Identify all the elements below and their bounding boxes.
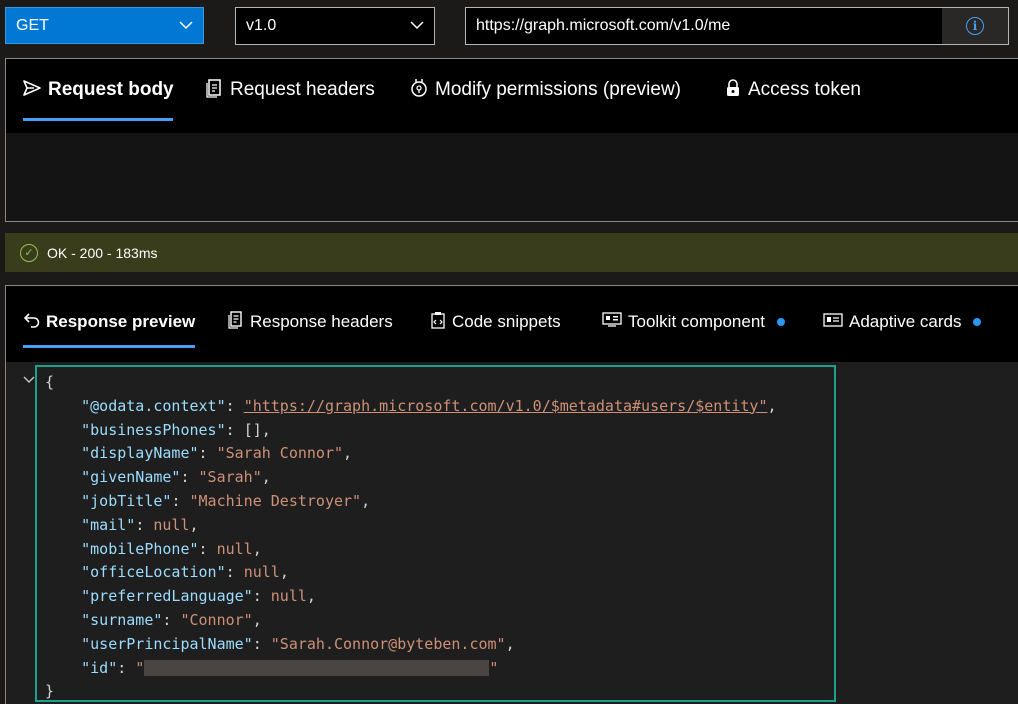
json-comma: , [361, 491, 371, 510]
json-comma: , [252, 610, 262, 629]
json-code: { "@odata.context": "https://graph.micro… [45, 373, 777, 701]
info-button[interactable]: i [942, 8, 1008, 44]
query-url-value: https://graph.microsoft.com/v1.0/me [476, 17, 731, 34]
json-value: null [216, 539, 253, 558]
fold-chevron-icon[interactable] [23, 372, 35, 388]
json-key: "id" [81, 658, 118, 677]
close-brace: } [45, 682, 55, 701]
json-value: "Machine Destroyer" [189, 491, 362, 510]
json-comma: , [279, 563, 289, 582]
json-key: "businessPhones" [81, 420, 226, 439]
query-url-input[interactable]: https://graph.microsoft.com/v1.0/me i [465, 7, 1009, 45]
code-clipboard-icon [430, 311, 446, 333]
tab-modify-permissions[interactable]: Modify permissions (preview) [409, 59, 681, 121]
json-value: null [153, 515, 190, 534]
status-text: OK - 200 - 183ms [47, 244, 158, 261]
tab-label: Toolkit component [628, 312, 766, 331]
json-value-end-quote: " [489, 658, 499, 677]
api-version-value: v1.0 [246, 17, 277, 34]
card-icon [823, 312, 843, 332]
tab-toolkit-component[interactable]: Toolkit component [602, 298, 786, 346]
json-comma: , [767, 396, 777, 415]
json-value: null [243, 563, 280, 582]
request-panel: Request body Request headers Modify perm… [5, 58, 1018, 222]
tab-label: Adaptive cards [849, 312, 962, 331]
request-body-editor[interactable] [6, 133, 1018, 221]
response-panel: Response preview Response headers Code s… [5, 285, 1018, 704]
request-tab-bar: Request body Request headers Modify perm… [6, 59, 1018, 133]
json-key: "givenName" [81, 468, 181, 487]
redacted-id-block [144, 660, 490, 677]
lock-icon [724, 78, 742, 103]
open-brace: { [45, 373, 55, 391]
toolkit-icon [602, 312, 622, 332]
tab-adaptive-cards[interactable]: Adaptive cards [823, 298, 982, 346]
json-comma: , [505, 634, 515, 653]
document-icon [206, 78, 224, 103]
chevron-down-icon [179, 8, 193, 57]
query-toolbar: GET v1.0 https://graph.microsoft.com/v1.… [0, 0, 1018, 58]
permissions-icon [409, 78, 429, 103]
tab-response-headers[interactable]: Response headers [228, 298, 393, 346]
json-highlight-box: { "@odata.context": "https://graph.micro… [35, 365, 836, 702]
send-icon [22, 79, 42, 102]
tab-code-snippets[interactable]: Code snippets [430, 298, 561, 346]
json-link-value[interactable]: "https://graph.microsoft.com/v1.0/$metad… [244, 397, 768, 415]
document-icon [228, 311, 244, 333]
info-icon: i [966, 17, 984, 35]
json-comma: , [261, 468, 271, 487]
json-value: "Connor" [180, 610, 253, 629]
new-indicator-dot [973, 318, 982, 326]
undo-arrow-icon [23, 312, 40, 332]
json-value: " [135, 658, 145, 677]
tab-response-preview[interactable]: Response preview [23, 298, 196, 346]
json-key: "surname" [81, 610, 163, 629]
json-value: [] [243, 420, 262, 439]
response-preview-viewer[interactable]: { "@odata.context": "https://graph.micro… [6, 362, 1018, 704]
tab-access-token[interactable]: Access token [724, 59, 861, 121]
tab-label: Request headers [230, 79, 375, 100]
json-key: "userPrincipalName" [81, 634, 253, 653]
chevron-down-icon [410, 8, 424, 57]
new-indicator-dot [777, 318, 786, 326]
tab-label: Code snippets [452, 312, 561, 331]
json-value: "Sarah" [198, 468, 262, 487]
tab-label: Request body [48, 79, 174, 100]
json-value: "Sarah Connor" [216, 444, 344, 463]
json-value: "Sarah.Connor@byteben.com" [270, 634, 506, 653]
json-value: null [270, 587, 307, 606]
http-method-dropdown[interactable]: GET [5, 7, 204, 44]
tab-label: Access token [748, 79, 861, 100]
json-key: "displayName" [81, 444, 199, 463]
json-comma: , [189, 515, 199, 534]
json-comma: , [261, 420, 271, 439]
http-method-value: GET [16, 17, 49, 34]
active-tab-indicator [23, 118, 173, 121]
tab-request-headers[interactable]: Request headers [206, 59, 375, 121]
check-circle-icon: ✓ [20, 243, 38, 262]
json-key: "@odata.context" [81, 396, 226, 415]
tab-request-body[interactable]: Request body [22, 59, 174, 121]
json-comma: , [343, 444, 353, 463]
api-version-dropdown[interactable]: v1.0 [235, 7, 435, 45]
json-key: "jobTitle" [81, 491, 172, 510]
tab-label: Response headers [250, 312, 393, 331]
json-comma: , [252, 539, 262, 558]
json-key: "mail" [81, 515, 136, 534]
tab-label: Response preview [46, 312, 196, 331]
json-comma: , [306, 587, 316, 606]
response-status-bar: ✓ OK - 200 - 183ms [5, 233, 1018, 272]
json-key: "mobilePhone" [81, 539, 199, 558]
tab-label: Modify permissions (preview) [435, 79, 682, 100]
json-key: "officeLocation" [81, 563, 226, 582]
response-tab-bar: Response preview Response headers Code s… [6, 286, 1018, 362]
json-key: "preferredLanguage" [81, 587, 253, 606]
active-tab-indicator [23, 345, 195, 348]
